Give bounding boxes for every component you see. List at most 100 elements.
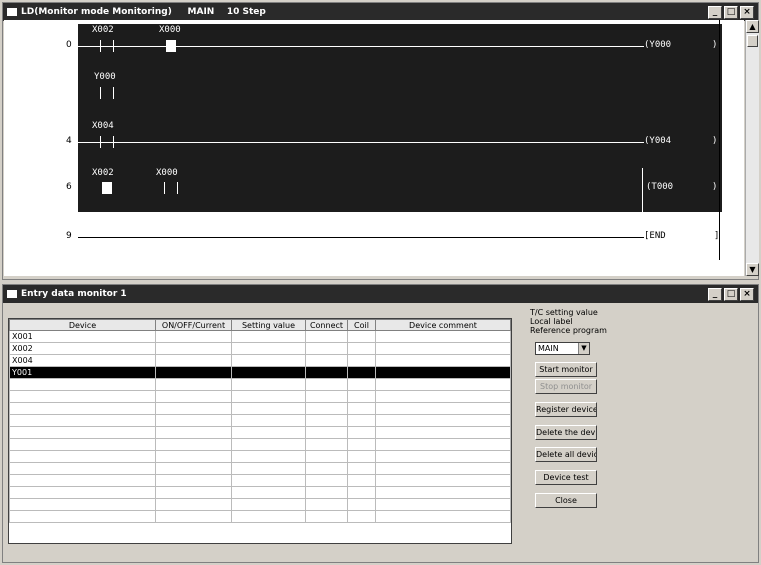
column-header[interactable]: Connect: [305, 319, 348, 331]
ladder-canvas[interactable]: 0 4 6 9 X002 X000 (Y000 ) Y000 X004 (Y00…: [4, 20, 744, 276]
table-cell[interactable]: [305, 342, 348, 355]
minimize-button[interactable]: _: [708, 287, 722, 301]
table-cell[interactable]: [347, 390, 376, 403]
table-row[interactable]: [9, 486, 511, 499]
table-cell[interactable]: [347, 486, 376, 499]
table-cell[interactable]: [347, 402, 376, 415]
table-cell[interactable]: [155, 342, 232, 355]
table-cell[interactable]: [305, 366, 348, 379]
program-select[interactable]: MAIN ▼: [535, 342, 590, 355]
table-cell[interactable]: [9, 486, 156, 499]
table-cell[interactable]: [347, 450, 376, 463]
table-cell[interactable]: [305, 414, 348, 427]
table-cell[interactable]: [231, 366, 306, 379]
table-cell[interactable]: [375, 354, 511, 367]
table-cell[interactable]: [231, 510, 306, 523]
table-cell[interactable]: [155, 402, 232, 415]
no-contact-symbol[interactable]: [100, 87, 114, 99]
table-cell[interactable]: [155, 498, 232, 511]
table-row[interactable]: [9, 426, 511, 439]
table-cell[interactable]: [347, 474, 376, 487]
table-cell[interactable]: [231, 426, 306, 439]
table-cell[interactable]: [231, 354, 306, 367]
table-cell[interactable]: [375, 390, 511, 403]
table-cell[interactable]: [9, 450, 156, 463]
table-cell[interactable]: [375, 498, 511, 511]
table-cell[interactable]: [9, 378, 156, 391]
scroll-up-icon[interactable]: ▲: [746, 20, 759, 33]
delete-all-devices-button[interactable]: Delete all devices: [535, 447, 597, 462]
table-cell[interactable]: [305, 462, 348, 475]
table-cell[interactable]: [231, 330, 306, 343]
table-cell[interactable]: [155, 486, 232, 499]
table-row[interactable]: X004: [9, 354, 511, 367]
table-cell[interactable]: [155, 438, 232, 451]
table-cell[interactable]: [231, 342, 306, 355]
table-row[interactable]: Y001: [9, 366, 511, 379]
table-cell[interactable]: [155, 330, 232, 343]
table-cell[interactable]: [9, 402, 156, 415]
table-cell[interactable]: [305, 498, 348, 511]
table-cell[interactable]: [231, 438, 306, 451]
scroll-thumb[interactable]: [747, 35, 758, 47]
table-cell[interactable]: [155, 366, 232, 379]
table-row[interactable]: [9, 510, 511, 523]
table-cell[interactable]: [155, 510, 232, 523]
table-cell[interactable]: [375, 510, 511, 523]
table-cell[interactable]: [347, 498, 376, 511]
table-row[interactable]: [9, 462, 511, 475]
nc-contact-symbol[interactable]: [102, 182, 112, 194]
table-cell[interactable]: [347, 414, 376, 427]
close-button[interactable]: ×: [740, 5, 754, 19]
table-cell[interactable]: [347, 366, 376, 379]
table-cell[interactable]: [231, 378, 306, 391]
close-dialog-button[interactable]: Close: [535, 493, 597, 508]
table-cell[interactable]: [155, 462, 232, 475]
table-row[interactable]: [9, 498, 511, 511]
table-cell[interactable]: [9, 474, 156, 487]
table-row[interactable]: X002: [9, 342, 511, 355]
table-cell[interactable]: [375, 366, 511, 379]
column-header[interactable]: Device: [9, 319, 156, 331]
table-cell[interactable]: [375, 486, 511, 499]
table-cell[interactable]: [347, 378, 376, 391]
no-contact-symbol[interactable]: [164, 182, 178, 194]
table-cell[interactable]: [305, 390, 348, 403]
table-cell[interactable]: [347, 426, 376, 439]
table-cell[interactable]: [231, 498, 306, 511]
scroll-down-icon[interactable]: ▼: [746, 263, 759, 276]
table-cell[interactable]: [305, 450, 348, 463]
table-cell[interactable]: [305, 510, 348, 523]
table-cell[interactable]: [375, 450, 511, 463]
table-cell[interactable]: [155, 390, 232, 403]
table-cell[interactable]: [305, 426, 348, 439]
table-cell[interactable]: [375, 342, 511, 355]
table-cell[interactable]: [9, 438, 156, 451]
column-header[interactable]: Device comment: [375, 319, 511, 331]
nc-contact-symbol[interactable]: [166, 40, 176, 52]
table-cell[interactable]: [347, 510, 376, 523]
table-cell[interactable]: [347, 330, 376, 343]
chevron-down-icon[interactable]: ▼: [578, 343, 589, 354]
table-cell[interactable]: [375, 414, 511, 427]
table-cell[interactable]: [9, 510, 156, 523]
minimize-button[interactable]: _: [708, 5, 722, 19]
table-cell[interactable]: [305, 402, 348, 415]
table-cell[interactable]: [9, 414, 156, 427]
table-cell[interactable]: [305, 438, 348, 451]
maximize-button[interactable]: □: [724, 287, 738, 301]
table-cell[interactable]: [347, 342, 376, 355]
table-cell[interactable]: [155, 354, 232, 367]
table-cell[interactable]: [375, 330, 511, 343]
table-cell[interactable]: Y001: [9, 366, 156, 379]
table-cell[interactable]: [375, 378, 511, 391]
table-cell[interactable]: [231, 462, 306, 475]
table-cell[interactable]: [305, 354, 348, 367]
table-cell[interactable]: [155, 426, 232, 439]
table-cell[interactable]: [375, 462, 511, 475]
table-cell[interactable]: [375, 438, 511, 451]
table-cell[interactable]: [9, 426, 156, 439]
close-button[interactable]: ×: [740, 287, 754, 301]
table-cell[interactable]: [9, 462, 156, 475]
stop-monitor-button[interactable]: Stop monitor: [535, 379, 597, 394]
